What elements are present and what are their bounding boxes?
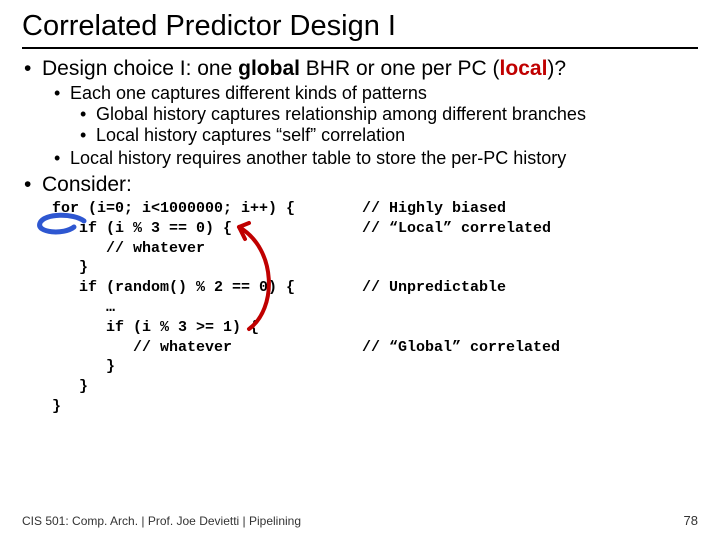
txt: BHR or one per PC ( xyxy=(300,57,500,80)
code-line: } xyxy=(52,397,362,417)
footer-text: CIS 501: Comp. Arch. | Prof. Joe Deviett… xyxy=(22,514,301,528)
slide-title: Correlated Predictor Design I xyxy=(22,10,698,49)
bullet-local-history: Local history captures “self” correlatio… xyxy=(96,125,698,146)
code-line: if (random() % 2 == 0) { xyxy=(52,278,362,298)
code-line: … xyxy=(52,298,362,318)
txt-local: local xyxy=(500,57,548,80)
code-line: // whatever xyxy=(52,239,362,259)
code-line: if (i % 3 == 0) { xyxy=(52,219,362,239)
code-line: for (i=0; i<1000000; i++) { xyxy=(52,199,362,219)
txt: Consider: xyxy=(42,173,132,196)
bullet-local-table: Local history requires another table to … xyxy=(70,148,698,169)
txt: )? xyxy=(547,57,566,80)
code-line: if (i % 3 >= 1) { xyxy=(52,318,362,338)
txt: Design choice I: one xyxy=(42,57,238,80)
code-comment: // “Local” correlated xyxy=(362,219,551,239)
code-comment: // Unpredictable xyxy=(362,278,506,298)
code-comment: // Highly biased xyxy=(362,199,506,219)
txt: Each one captures different kinds of pat… xyxy=(70,83,427,103)
code-line: } xyxy=(52,377,362,397)
bullet-global-history: Global history captures relationship amo… xyxy=(96,104,698,125)
code-line: } xyxy=(52,357,362,377)
txt-global: global xyxy=(238,57,300,80)
code-line: } xyxy=(52,258,362,278)
code-block: for (i=0; i<1000000; i++) {// Highly bia… xyxy=(52,199,698,417)
bullet-design-choice: Design choice I: one global BHR or one p… xyxy=(42,57,698,169)
bullet-captures: Each one captures different kinds of pat… xyxy=(70,83,698,146)
bullet-consider: Consider: xyxy=(42,173,698,197)
page-number: 78 xyxy=(684,513,698,528)
code-comment: // “Global” correlated xyxy=(362,338,560,358)
code-line: // whatever xyxy=(52,338,362,358)
